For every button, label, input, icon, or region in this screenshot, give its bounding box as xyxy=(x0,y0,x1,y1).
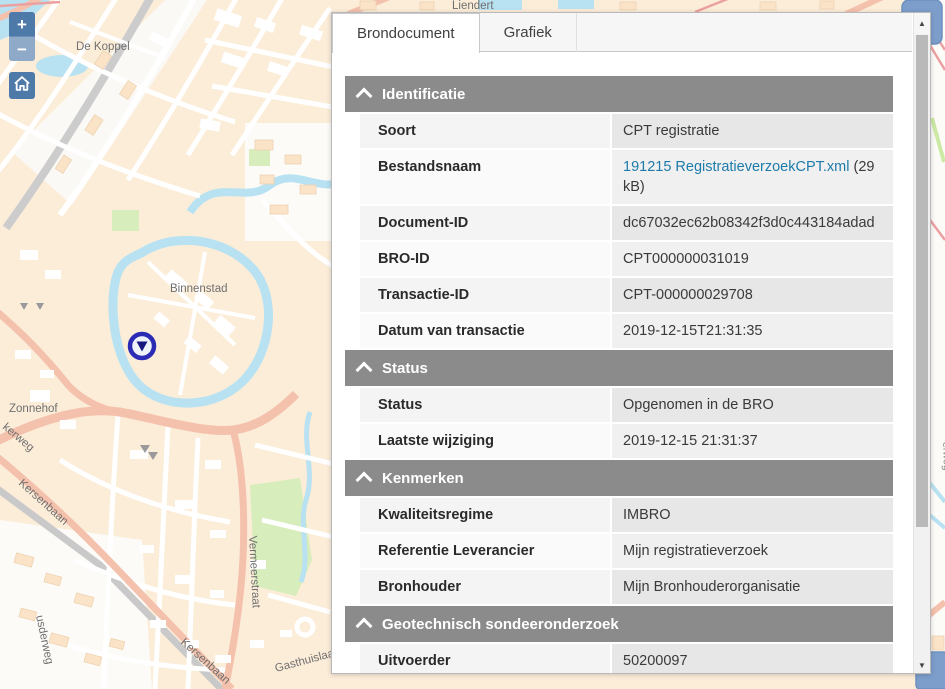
table-row: BRO-IDCPT000000031019 xyxy=(360,242,893,276)
map-label-zonnehof: Zonnehof xyxy=(9,403,58,415)
table-row: Document-IDdc67032ec62b08342f3d0c443184a… xyxy=(360,206,893,240)
scrollbar-thumb[interactable] xyxy=(916,35,928,527)
tab-grafiek[interactable]: Grafiek xyxy=(480,13,577,52)
scroll-down-button[interactable]: ▼ xyxy=(914,661,930,670)
chevron-up-icon xyxy=(356,362,373,379)
section-header[interactable]: Identificatie xyxy=(345,76,893,112)
map-label-de-koppel: De Koppel xyxy=(76,41,130,53)
tab-bar: Brondocument Grafiek xyxy=(332,13,912,52)
zoom-in-button[interactable]: + xyxy=(9,12,35,36)
row-value: 191215 RegistratieverzoekCPT.xml (29 kB) xyxy=(612,150,893,204)
section-header[interactable]: Status xyxy=(345,350,893,386)
map-label-liendert: Liendert xyxy=(452,0,494,12)
table-row: KwaliteitsregimeIMBRO xyxy=(360,498,893,532)
row-label: Status xyxy=(360,388,610,422)
table-row: StatusOpgenomen in de BRO xyxy=(360,388,893,422)
row-label: Kwaliteitsregime xyxy=(360,498,610,532)
row-value: Mijn Bronhouderorganisatie xyxy=(612,570,893,604)
table-row: Transactie-IDCPT-000000029708 xyxy=(360,278,893,312)
table-row: Referentie LeverancierMijn registratieve… xyxy=(360,534,893,568)
row-label: Soort xyxy=(360,114,610,148)
map-label-binnenstad: Binnenstad xyxy=(170,283,228,295)
row-value: CPT registratie xyxy=(612,114,893,148)
panel-content: Identificatie SoortCPT registratieBestand… xyxy=(345,76,893,674)
selected-location-marker[interactable] xyxy=(130,334,154,358)
tab-brondocument[interactable]: Brondocument xyxy=(332,13,480,53)
table-row: BronhouderMijn Bronhouderorganisatie xyxy=(360,570,893,604)
row-value: 2019-12-15 21:31:37 xyxy=(612,424,893,458)
row-value: Opgenomen in de BRO xyxy=(612,388,893,422)
row-value: dc67032ec62b08342f3d0c443184adad xyxy=(612,206,893,240)
section-header[interactable]: Kenmerken xyxy=(345,460,893,496)
section-title: Geotechnisch sondeeronderzoek xyxy=(382,616,619,633)
detail-panel: Brondocument Grafiek IdentificatieSoortC… xyxy=(331,12,931,674)
row-label: Datum van transactie xyxy=(360,314,610,348)
section-title: Identificatie xyxy=(382,86,465,103)
row-value: CPT-000000029708 xyxy=(612,278,893,312)
row-label: Transactie-ID xyxy=(360,278,610,312)
map-zoom-controls: + − xyxy=(9,12,35,61)
row-value: 2019-12-15T21:31:35 xyxy=(612,314,893,348)
table-row: Laatste wijziging2019-12-15 21:31:37 xyxy=(360,424,893,458)
file-download-link[interactable]: 191215 RegistratieverzoekCPT.xml xyxy=(623,159,849,175)
row-label: Document-ID xyxy=(360,206,610,240)
table-row: Uitvoerder50200097 xyxy=(360,644,893,674)
row-label: Laatste wijziging xyxy=(360,424,610,458)
chevron-up-icon xyxy=(356,88,373,105)
table-row: SoortCPT registratie xyxy=(360,114,893,148)
row-value: Mijn registratieverzoek xyxy=(612,534,893,568)
row-value: CPT000000031019 xyxy=(612,242,893,276)
row-label: Uitvoerder xyxy=(360,644,610,674)
table-row: Datum van transactie2019-12-15T21:31:35 xyxy=(360,314,893,348)
home-extent-button[interactable] xyxy=(9,72,35,99)
chevron-up-icon xyxy=(356,472,373,489)
panel-scrollbar[interactable]: ▲ ▼ xyxy=(913,13,930,673)
row-label: Referentie Leverancier xyxy=(360,534,610,568)
section-header[interactable]: Geotechnisch sondeeronderzoek xyxy=(345,606,893,642)
row-value: IMBRO xyxy=(612,498,893,532)
section-title: Kenmerken xyxy=(382,470,464,487)
table-row: Bestandsnaam191215 RegistratieverzoekCPT… xyxy=(360,150,893,204)
chevron-up-icon xyxy=(356,618,373,635)
row-value: 50200097 xyxy=(612,644,893,674)
row-label: Bronhouder xyxy=(360,570,610,604)
scroll-up-button[interactable]: ▲ xyxy=(914,13,930,34)
section-title: Status xyxy=(382,360,428,377)
row-label: Bestandsnaam xyxy=(360,150,610,204)
row-label: BRO-ID xyxy=(360,242,610,276)
home-icon xyxy=(13,75,31,97)
zoom-out-button[interactable]: − xyxy=(9,36,35,61)
